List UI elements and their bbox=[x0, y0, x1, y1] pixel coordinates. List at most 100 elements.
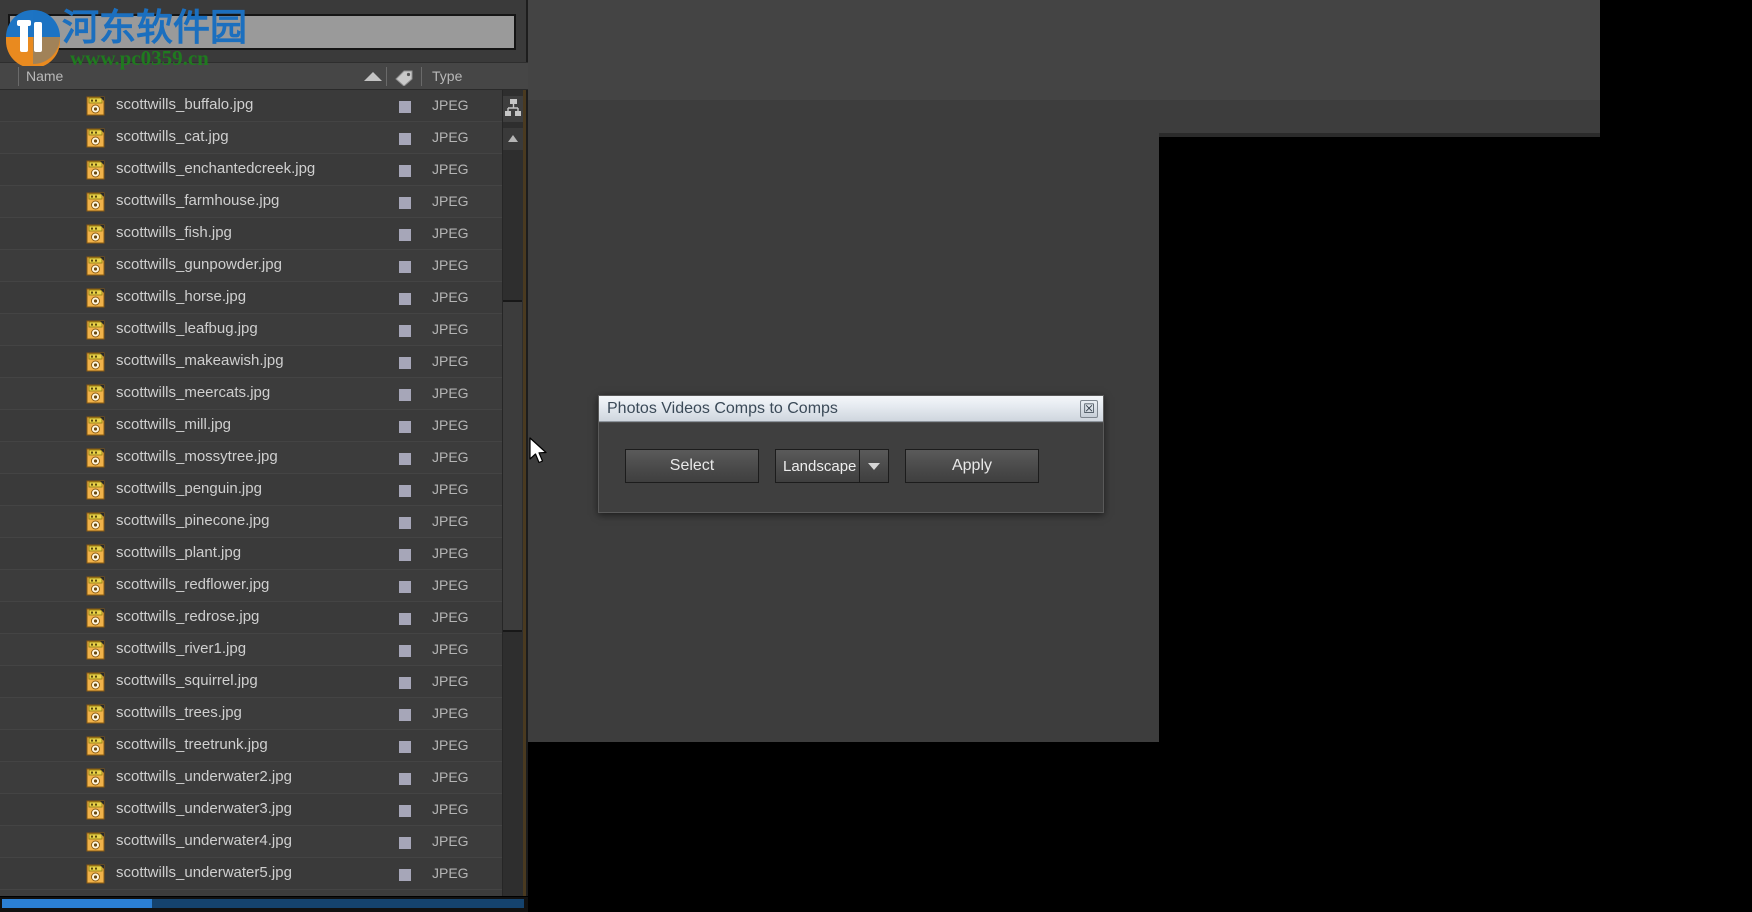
jpeg-file-icon bbox=[86, 128, 105, 148]
table-row[interactable]: scottwills_mossytree.jpg JPEG bbox=[0, 442, 510, 474]
table-row[interactable]: scottwills_buffalo.jpg JPEG bbox=[0, 90, 510, 122]
select-button[interactable]: Select bbox=[625, 449, 759, 483]
close-icon[interactable]: ☒ bbox=[1080, 400, 1098, 418]
chevron-down-icon[interactable] bbox=[860, 450, 888, 482]
table-row[interactable]: scottwills_underwater4.jpg JPEG bbox=[0, 826, 510, 858]
file-type: JPEG bbox=[432, 161, 469, 177]
table-row[interactable]: scottwills_farmhouse.jpg JPEG bbox=[0, 186, 510, 218]
table-row[interactable]: scottwills_pinecone.jpg JPEG bbox=[0, 506, 510, 538]
file-type: JPEG bbox=[432, 257, 469, 273]
label-color-swatch[interactable] bbox=[399, 101, 411, 113]
table-row[interactable]: scottwills_treetrunk.jpg JPEG bbox=[0, 730, 510, 762]
orientation-dropdown[interactable]: Landscape bbox=[775, 449, 889, 483]
file-type: JPEG bbox=[432, 385, 469, 401]
table-row[interactable]: scottwills_plant.jpg JPEG bbox=[0, 538, 510, 570]
label-color-swatch[interactable] bbox=[399, 485, 411, 497]
table-row[interactable]: scottwills_leafbug.jpg JPEG bbox=[0, 314, 510, 346]
list-column-header: Name Type bbox=[0, 62, 528, 90]
table-row[interactable]: scottwills_penguin.jpg JPEG bbox=[0, 474, 510, 506]
table-row[interactable]: scottwills_trees.jpg JPEG bbox=[0, 698, 510, 730]
table-row[interactable]: scottwills_river1.jpg JPEG bbox=[0, 634, 510, 666]
file-type: JPEG bbox=[432, 481, 469, 497]
file-name: scottwills_underwater4.jpg bbox=[116, 832, 292, 849]
label-color-swatch[interactable] bbox=[399, 517, 411, 529]
table-row[interactable]: scottwills_horse.jpg JPEG bbox=[0, 282, 510, 314]
table-row[interactable]: scottwills_mill.jpg JPEG bbox=[0, 410, 510, 442]
vertical-scrollbar-thumb[interactable] bbox=[503, 300, 522, 632]
label-color-swatch[interactable] bbox=[399, 357, 411, 369]
scroll-up-arrow-icon[interactable] bbox=[503, 128, 523, 150]
file-name: scottwills_enchantedcreek.jpg bbox=[116, 160, 316, 177]
hierarchy-icon[interactable] bbox=[503, 96, 523, 122]
horizontal-scrollbar-rest[interactable] bbox=[152, 899, 524, 908]
dialog-titlebar[interactable]: Photos Videos Comps to Comps ☒ bbox=[599, 396, 1103, 422]
label-color-swatch[interactable] bbox=[399, 165, 411, 177]
table-row[interactable]: scottwills_fish.jpg JPEG bbox=[0, 218, 510, 250]
table-row[interactable]: scottwills_squirrel.jpg JPEG bbox=[0, 666, 510, 698]
label-color-swatch[interactable] bbox=[399, 421, 411, 433]
label-color-swatch[interactable] bbox=[399, 453, 411, 465]
header-divider-right bbox=[421, 67, 422, 86]
file-name: scottwills_buffalo.jpg bbox=[116, 96, 254, 113]
file-list[interactable]: scottwills_buffalo.jpg JPEG scottwills_cat… bbox=[0, 90, 510, 896]
jpeg-file-icon bbox=[86, 768, 105, 788]
label-color-swatch[interactable] bbox=[399, 773, 411, 785]
file-name: scottwills_trees.jpg bbox=[116, 704, 242, 721]
label-color-swatch[interactable] bbox=[399, 197, 411, 209]
search-input[interactable] bbox=[8, 14, 516, 50]
horizontal-scrollbar-thumb[interactable] bbox=[2, 899, 152, 908]
table-row[interactable]: scottwills_meercats.jpg JPEG bbox=[0, 378, 510, 410]
table-row[interactable]: scottwills_underwater3.jpg JPEG bbox=[0, 794, 510, 826]
file-name: scottwills_underwater3.jpg bbox=[116, 800, 292, 817]
column-header-type[interactable]: Type bbox=[432, 68, 462, 84]
tag-icon[interactable] bbox=[394, 68, 414, 86]
label-color-swatch[interactable] bbox=[399, 261, 411, 273]
label-color-swatch[interactable] bbox=[399, 229, 411, 241]
label-color-swatch[interactable] bbox=[399, 325, 411, 337]
table-row[interactable]: scottwills_gunpowder.jpg JPEG bbox=[0, 250, 510, 282]
label-color-swatch[interactable] bbox=[399, 293, 411, 305]
jpeg-file-icon bbox=[86, 512, 105, 532]
label-color-swatch[interactable] bbox=[399, 389, 411, 401]
photos-videos-comps-dialog[interactable]: Photos Videos Comps to Comps ☒ Select La… bbox=[598, 395, 1104, 513]
file-type: JPEG bbox=[432, 641, 469, 657]
app-root: 河东软件园 www.pc0359.cn Name Type scottwills… bbox=[0, 0, 1752, 912]
label-color-swatch[interactable] bbox=[399, 741, 411, 753]
apply-button[interactable]: Apply bbox=[905, 449, 1039, 483]
sort-ascending-icon[interactable] bbox=[364, 72, 382, 81]
jpeg-file-icon bbox=[86, 544, 105, 564]
label-color-swatch[interactable] bbox=[399, 133, 411, 145]
jpeg-file-icon bbox=[86, 608, 105, 628]
header-divider-mid bbox=[386, 67, 387, 86]
jpeg-file-icon bbox=[86, 864, 105, 884]
label-color-swatch[interactable] bbox=[399, 837, 411, 849]
table-row[interactable]: scottwills_underwater5.jpg JPEG bbox=[0, 858, 510, 890]
jpeg-file-icon bbox=[86, 480, 105, 500]
jpeg-file-icon bbox=[86, 224, 105, 244]
jpeg-file-icon bbox=[86, 256, 105, 276]
table-row[interactable]: scottwills_underwater2.jpg JPEG bbox=[0, 762, 510, 794]
jpeg-file-icon bbox=[86, 160, 105, 180]
label-color-swatch[interactable] bbox=[399, 645, 411, 657]
jpeg-file-icon bbox=[86, 736, 105, 756]
label-color-swatch[interactable] bbox=[399, 805, 411, 817]
label-color-swatch[interactable] bbox=[399, 677, 411, 689]
label-color-swatch[interactable] bbox=[399, 709, 411, 721]
file-name: scottwills_pinecone.jpg bbox=[116, 512, 270, 529]
label-color-swatch[interactable] bbox=[399, 581, 411, 593]
table-row[interactable]: scottwills_makeawish.jpg JPEG bbox=[0, 346, 510, 378]
file-name: scottwills_redflower.jpg bbox=[116, 576, 270, 593]
table-row[interactable]: scottwills_redrose.jpg JPEG bbox=[0, 602, 510, 634]
file-type: JPEG bbox=[432, 449, 469, 465]
label-color-swatch[interactable] bbox=[399, 869, 411, 881]
jpeg-file-icon bbox=[86, 384, 105, 404]
table-row[interactable]: scottwills_enchantedcreek.jpg JPEG bbox=[0, 154, 510, 186]
jpeg-file-icon bbox=[86, 192, 105, 212]
label-color-swatch[interactable] bbox=[399, 613, 411, 625]
label-color-swatch[interactable] bbox=[399, 549, 411, 561]
table-row[interactable]: scottwills_cat.jpg JPEG bbox=[0, 122, 510, 154]
table-row[interactable]: scottwills_redflower.jpg JPEG bbox=[0, 570, 510, 602]
file-type: JPEG bbox=[432, 225, 469, 241]
column-header-name[interactable]: Name bbox=[26, 68, 63, 84]
file-name: scottwills_fish.jpg bbox=[116, 224, 232, 241]
